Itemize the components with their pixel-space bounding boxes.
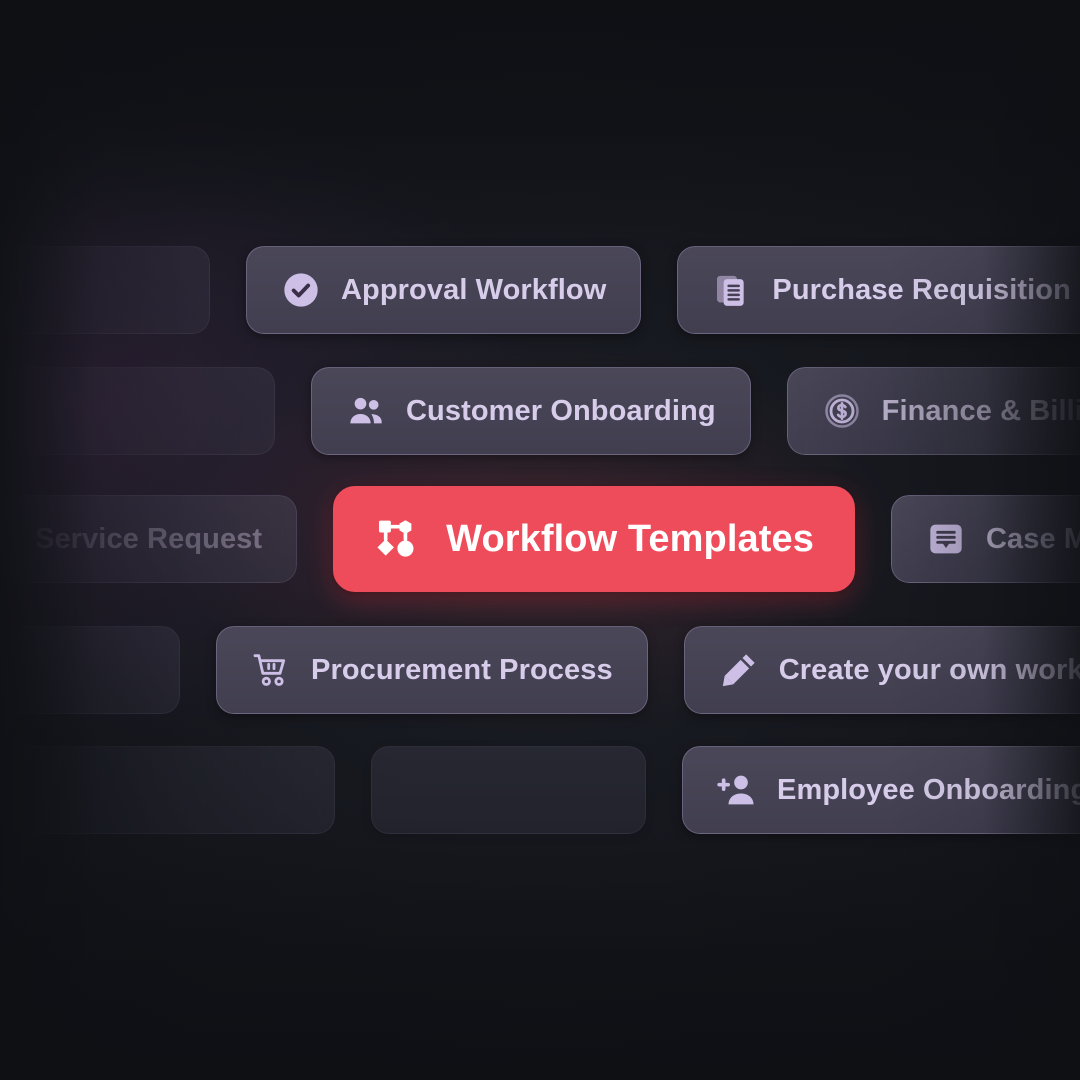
chip-customer-onboarding[interactable]: Customer Onboarding xyxy=(311,367,751,455)
workflow-nodes-icon xyxy=(374,516,420,562)
person-add-icon xyxy=(717,770,757,810)
chip-create-your-own-workflow[interactable]: Create your own workflow xyxy=(683,626,1080,714)
people-icon xyxy=(346,391,386,431)
chip-procurement-process[interactable]: Procurement Process xyxy=(216,626,648,714)
chip-workflow-templates[interactable]: Workflow Templates xyxy=(333,486,855,592)
documents-icon xyxy=(712,270,752,310)
chip-placeholder xyxy=(0,746,335,834)
chip-label: Employee Onboarding xyxy=(777,773,1080,806)
chip-purchase-requisition[interactable]: Purchase Requisition xyxy=(677,246,1080,334)
chip-row: Customer Onboarding Finance & Billing Ops xyxy=(0,367,1080,455)
chip-label: Create your own workflow xyxy=(778,653,1080,686)
chip-label: Purchase Requisition xyxy=(772,273,1071,306)
chip-row: Service Request Workflow Templates Case Ma… xyxy=(0,486,1080,592)
inbox-icon xyxy=(926,519,966,559)
chip-row: Approval Workflow Purchase Requisition xyxy=(0,246,1080,334)
chip-employee-onboarding[interactable]: Employee Onboarding xyxy=(682,746,1080,834)
dollar-coin-icon xyxy=(822,391,862,431)
chip-finance-billing-ops[interactable]: Finance & Billing Ops xyxy=(786,367,1080,455)
chip-label: Procurement Process xyxy=(311,653,613,686)
chip-service-request[interactable]: Service Request xyxy=(0,495,298,583)
chip-label: Approval Workflow xyxy=(341,273,607,306)
check-circle-icon xyxy=(281,270,321,310)
chip-placeholder xyxy=(0,246,210,334)
chip-label: Customer Onboarding xyxy=(406,394,716,427)
pencil-icon xyxy=(719,650,759,690)
chip-label: Service Request xyxy=(35,522,263,555)
shopping-cart-icon xyxy=(251,650,291,690)
chip-row: Employee Onboarding xyxy=(0,746,1080,834)
chip-placeholder xyxy=(0,367,275,455)
chip-label: Case Management xyxy=(985,522,1080,555)
chip-label: Workflow Templates xyxy=(446,518,814,560)
chip-case-management[interactable]: Case Management xyxy=(890,495,1080,583)
chip-row: Procurement Process Create your own workf… xyxy=(0,626,1080,714)
chip-label: Finance & Billing Ops xyxy=(881,394,1080,427)
chip-cloud-canvas: Approval Workflow Purchase Requisition Cus… xyxy=(0,0,1080,1080)
chip-placeholder xyxy=(0,626,180,714)
chip-placeholder xyxy=(371,746,646,834)
chip-approval-workflow[interactable]: Approval Workflow xyxy=(246,246,642,334)
